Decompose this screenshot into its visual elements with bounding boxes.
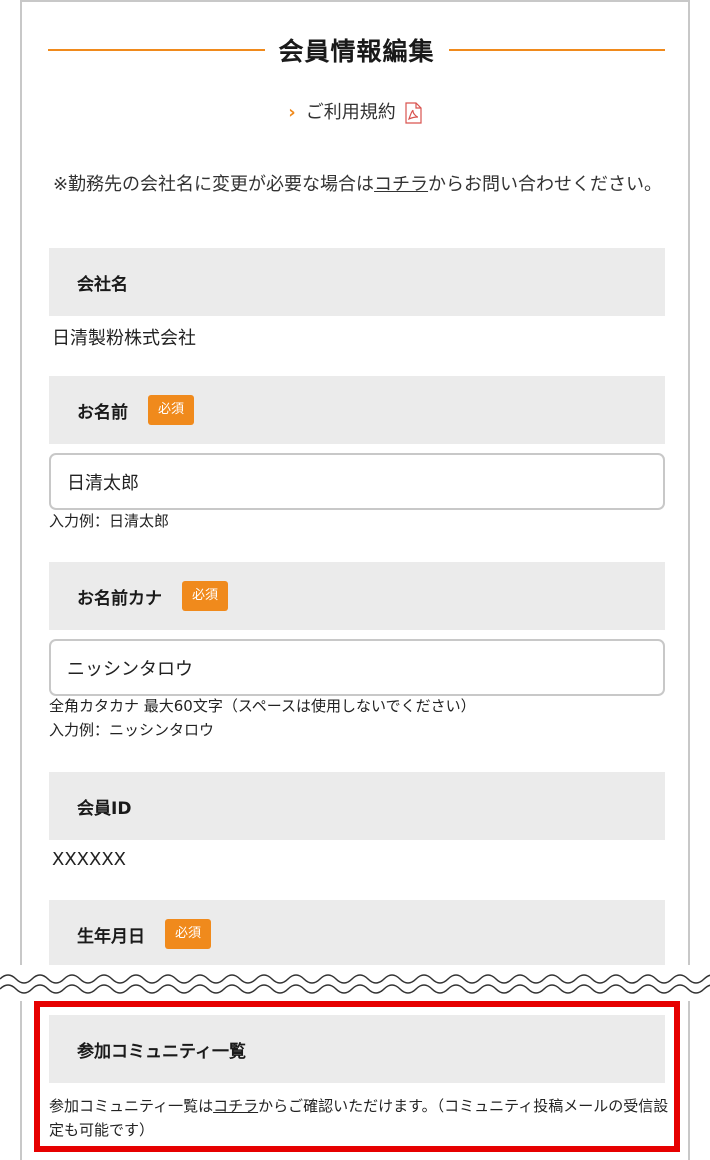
- member-id-value: XXXXXX: [52, 849, 126, 870]
- kana-hint-example: 入力例：ニッシンタロウ: [49, 721, 215, 739]
- pdf-icon[interactable]: [404, 102, 422, 124]
- section-member-id: 会員ID: [49, 772, 665, 840]
- terms-link[interactable]: › ご利用規約: [0, 98, 710, 124]
- section-kana: お名前カナ 必須: [49, 562, 665, 630]
- required-badge: 必須: [165, 919, 212, 949]
- company-label: 会社名: [77, 274, 128, 295]
- notice-text-after: からお問い合わせください。: [428, 174, 663, 195]
- member-id-label: 会員ID: [77, 798, 132, 819]
- section-company: 会社名: [49, 248, 665, 316]
- terms-link-label[interactable]: ご利用規約: [306, 102, 396, 123]
- required-badge: 必須: [148, 395, 195, 425]
- page-title: 会員情報編集: [278, 37, 435, 66]
- chevron-right-icon: ›: [288, 102, 296, 123]
- name-hint: 入力例：日清太郎: [49, 512, 170, 530]
- title-line-left: [48, 49, 265, 51]
- birthday-label: 生年月日: [77, 926, 145, 947]
- section-birthday: 生年月日 必須: [49, 900, 665, 968]
- notice-contact-link[interactable]: コチラ: [374, 174, 428, 195]
- notice-text-before: ※勤務先の会社名に変更が必要な場合は: [52, 174, 375, 195]
- kana-label: お名前カナ: [77, 588, 162, 609]
- kana-input[interactable]: ニッシンタロウ: [49, 639, 665, 696]
- kana-hint-format: 全角カタカナ 最大60文字（スペースは使用しないでください）: [49, 697, 476, 715]
- community-highlight-box: [34, 1001, 680, 1152]
- page-header: 会員情報編集: [48, 26, 666, 74]
- name-label: お名前: [77, 402, 128, 423]
- title-line-right: [448, 49, 666, 51]
- company-value: 日清製粉株式会社: [52, 328, 196, 349]
- omission-wave-divider: [0, 965, 710, 1001]
- section-name: お名前 必須: [49, 376, 665, 444]
- required-badge: 必須: [182, 581, 229, 611]
- name-input[interactable]: 日清太郎: [49, 453, 665, 510]
- company-change-notice: ※勤務先の会社名に変更が必要な場合はコチラからお問い合わせください。: [50, 170, 665, 199]
